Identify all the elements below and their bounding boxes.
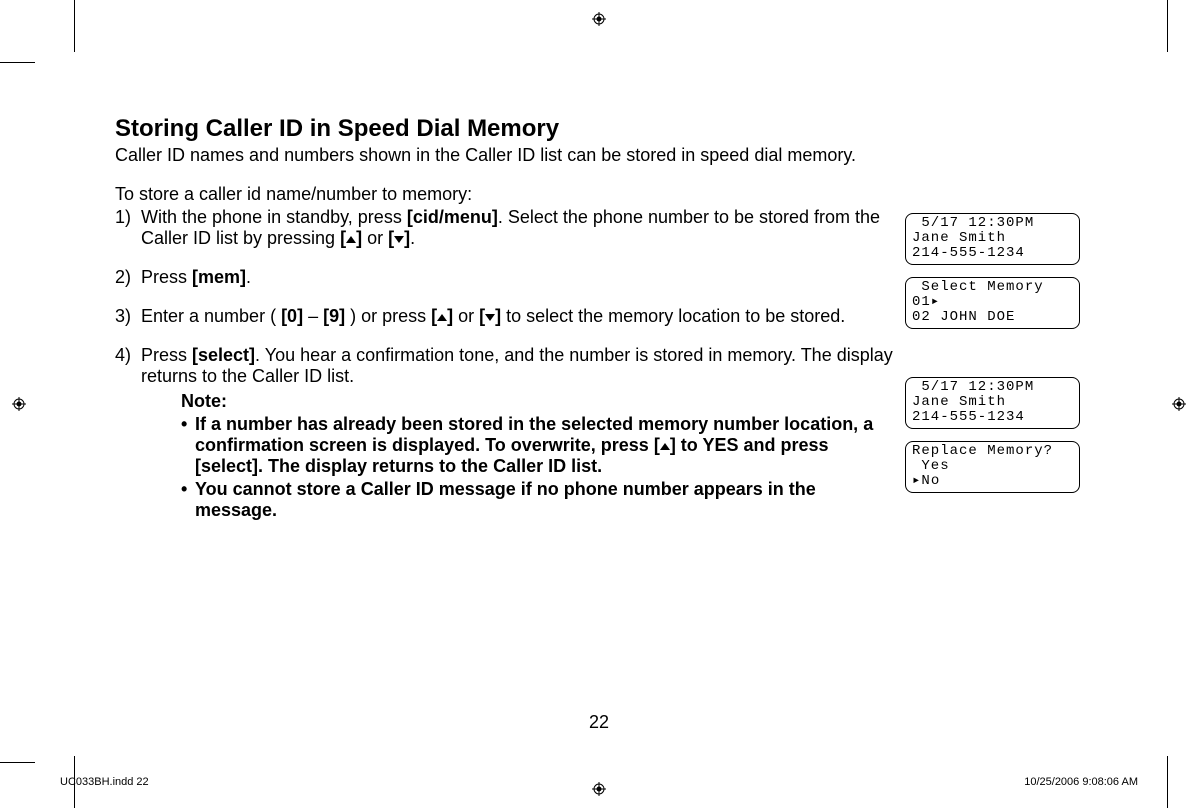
crop-mark [0,62,35,63]
lcd-display: Replace Memory? Yes ▸No [905,441,1080,493]
key-mem: [mem] [192,267,246,287]
key-0: [0] [281,306,303,326]
key-cid-menu: [cid/menu] [407,207,498,227]
down-arrow-icon [394,236,404,243]
step-number: 4) [115,345,141,366]
crop-mark [1167,756,1168,808]
registration-mark-icon [1172,397,1186,411]
step-2: 2) Press [mem]. [115,267,895,288]
step-body: Enter a number ( [0] – [9] ) or press []… [141,306,895,327]
crop-mark [0,762,35,763]
footer-document-info: UC033BH.indd 22 [60,776,149,788]
note-item: • You cannot store a Caller ID message i… [181,479,895,521]
note-item: • If a number has already been stored in… [181,414,895,477]
crop-mark [74,0,75,52]
page-body: Storing Caller ID in Speed Dial Memory C… [115,115,1085,521]
registration-mark-icon [12,397,26,411]
up-arrow-icon [660,443,670,450]
up-arrow-icon [437,314,447,321]
down-arrow-icon [485,314,495,321]
step-body: Press [select]. You hear a confirmation … [141,345,895,521]
bullet-icon: • [181,414,195,477]
note-label: Note: [181,391,895,412]
crop-mark [1167,0,1168,52]
page-number: 22 [589,712,609,733]
bullet-icon: • [181,479,195,521]
step-number: 1) [115,207,141,228]
footer-timestamp: 10/25/2006 9:08:06 AM [1024,776,1138,788]
note-block: Note: • If a number has already been sto… [181,391,895,521]
registration-mark-icon [592,782,606,796]
lcd-display: Select Memory 01▸ 02 JOHN DOE [905,277,1080,329]
intro-text: Caller ID names and numbers shown in the… [115,145,1085,166]
step-body: With the phone in standby, press [cid/me… [141,207,895,249]
step-1: 1) With the phone in standby, press [cid… [115,207,895,249]
registration-mark-icon [592,12,606,26]
key-9: [9] [323,306,345,326]
step-number: 2) [115,267,141,288]
step-4: 4) Press [select]. You hear a confirmati… [115,345,895,521]
lcd-display: 5/17 12:30PM Jane Smith 214-555-1234 [905,377,1080,429]
step-number: 3) [115,306,141,327]
lcd-column: 5/17 12:30PM Jane Smith 214-555-1234 Sel… [905,207,1080,505]
up-arrow-icon [346,236,356,243]
instructions-column: 1) With the phone in standby, press [cid… [115,207,905,521]
lcd-display: 5/17 12:30PM Jane Smith 214-555-1234 [905,213,1080,265]
key-select: [select] [192,345,255,365]
step-body: Press [mem]. [141,267,895,288]
lead-text: To store a caller id name/number to memo… [115,184,1085,205]
page-title: Storing Caller ID in Speed Dial Memory [115,115,1085,143]
step-3: 3) Enter a number ( [0] – [9] ) or press… [115,306,895,327]
